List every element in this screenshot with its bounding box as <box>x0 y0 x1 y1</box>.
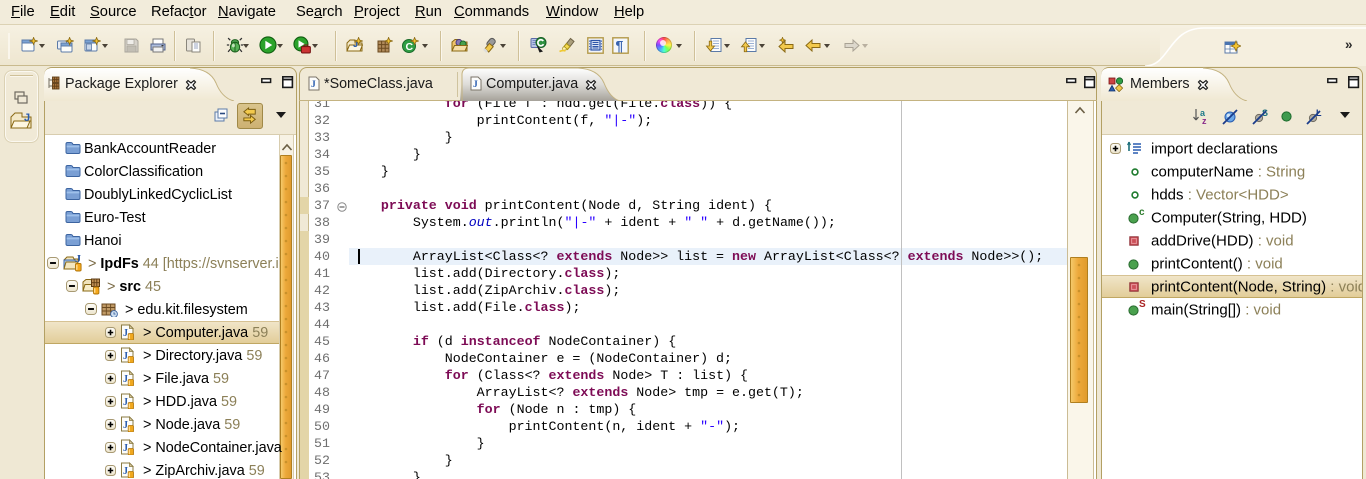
svg-text:J: J <box>123 374 128 385</box>
svg-text:J: J <box>123 443 128 454</box>
svg-text:¶: ¶ <box>616 38 624 54</box>
svg-text:J: J <box>123 466 128 477</box>
svg-text:J: J <box>311 80 316 90</box>
svg-text:J: J <box>123 420 128 431</box>
svg-text:J: J <box>473 80 478 90</box>
svg-text:J: J <box>123 351 128 362</box>
svg-text:J: J <box>24 112 30 124</box>
svg-text:J: J <box>123 328 128 339</box>
svg-text:C: C <box>406 41 414 53</box>
svg-text:z: z <box>1202 116 1207 125</box>
svg-text:J: J <box>123 397 128 408</box>
